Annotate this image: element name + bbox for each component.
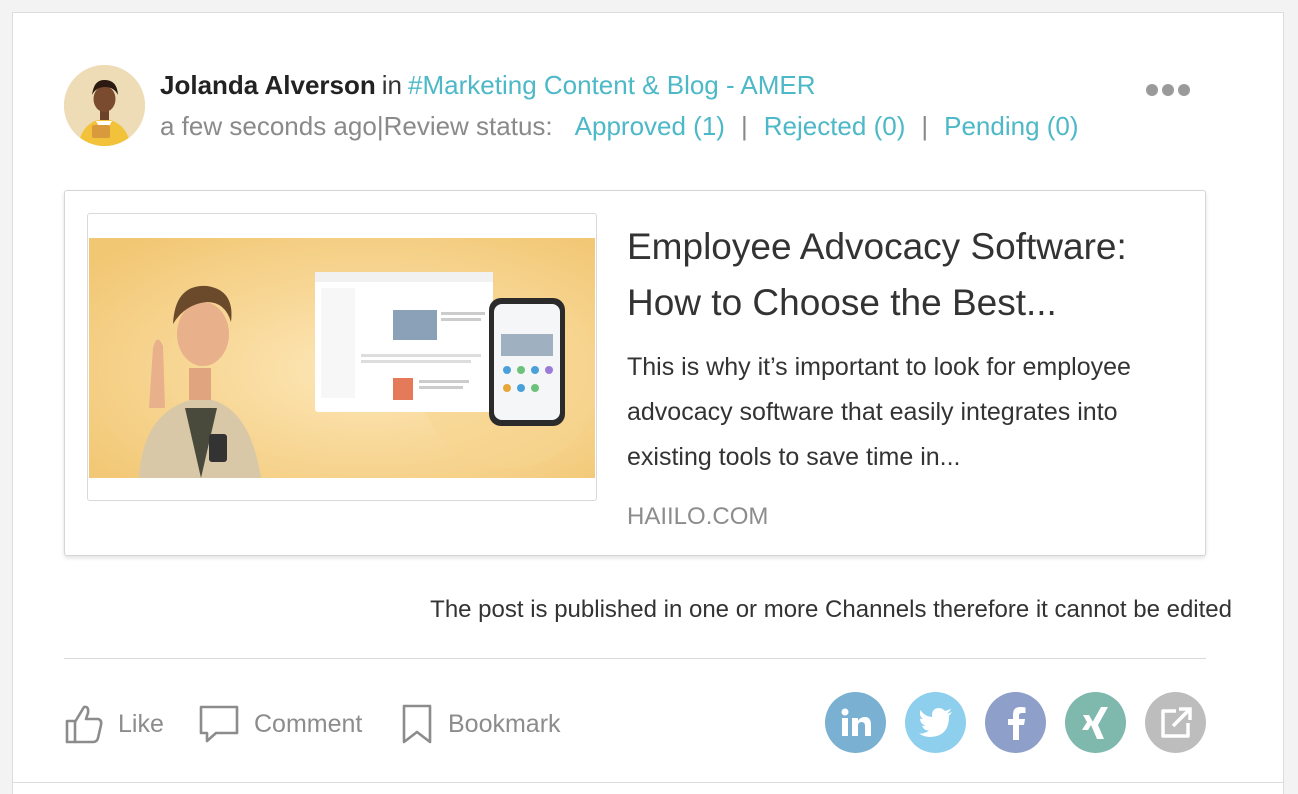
dot [1146, 84, 1158, 96]
comment-icon [199, 705, 239, 743]
like-button[interactable]: Like [64, 700, 164, 748]
bookmark-icon [402, 704, 432, 744]
approved-status-link[interactable]: Approved (1) [575, 111, 725, 141]
share-facebook-button[interactable] [985, 692, 1046, 753]
twitter-icon [918, 707, 952, 737]
author-name[interactable]: Jolanda Alverson [160, 70, 376, 100]
dot [1178, 84, 1190, 96]
dot [1162, 84, 1174, 96]
facebook-icon [1007, 706, 1025, 740]
pending-status-link[interactable]: Pending (0) [944, 111, 1078, 141]
comment-button[interactable]: Comment [198, 700, 362, 748]
divider [64, 658, 1206, 659]
bookmark-button[interactable]: Bookmark [400, 700, 561, 748]
share-linkedin-button[interactable] [825, 692, 886, 753]
link-title[interactable]: Employee Advocacy Software: How to Choos… [627, 219, 1187, 331]
bookmark-label: Bookmark [448, 709, 561, 738]
thumbs-up-icon [65, 705, 103, 744]
linkedin-icon [841, 708, 871, 736]
meta-separator: | [376, 111, 384, 141]
status-separator: | [740, 111, 748, 141]
review-status-label: Review status: [383, 111, 553, 141]
in-label: in [381, 70, 403, 100]
author-avatar[interactable] [64, 65, 145, 146]
card-bottom-edge [12, 782, 1284, 783]
post-timestamp: a few seconds ago [160, 111, 377, 141]
link-description: This is why it’s important to look for e… [627, 353, 1131, 471]
link-domain: HAIILO.COM [627, 503, 769, 530]
xing-icon [1081, 706, 1108, 739]
share-xing-button[interactable] [1065, 692, 1126, 753]
comment-label: Comment [254, 709, 363, 738]
link-preview-card[interactable]: Employee Advocacy Software: How to Choos… [64, 190, 1206, 556]
share-external-button[interactable] [1145, 692, 1206, 753]
post-header: Jolanda Alverson in #Marketing Content & B… [160, 70, 816, 101]
article-image [89, 238, 595, 478]
like-label: Like [118, 709, 164, 738]
more-options-icon[interactable] [1146, 80, 1196, 100]
share-twitter-button[interactable] [905, 692, 966, 753]
cannot-edit-notice: The post is published in one or more Cha… [430, 596, 1232, 623]
channel-link[interactable]: #Marketing Content & Blog - AMER [408, 70, 816, 100]
external-share-icon [1160, 706, 1192, 738]
rejected-status-link[interactable]: Rejected (0) [764, 111, 906, 141]
post-meta: a few seconds ago|Review status: Approved… [160, 111, 1079, 142]
status-separator: | [921, 111, 929, 141]
link-preview-thumbnail [87, 213, 597, 501]
